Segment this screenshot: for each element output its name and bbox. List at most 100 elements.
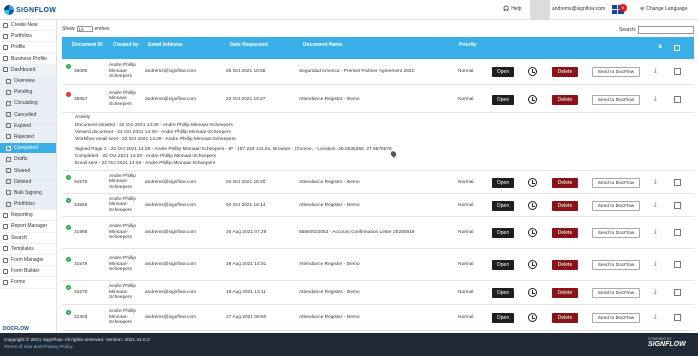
- send-to-docflow-button[interactable]: Send to DocFlow: [592, 177, 640, 188]
- col-header-created-by[interactable]: Created by: [113, 42, 139, 48]
- history-icon[interactable]: [528, 94, 537, 104]
- send-to-docflow-button[interactable]: Send to DocFlow: [592, 313, 640, 323]
- delete-button[interactable]: Delete: [552, 200, 578, 211]
- sidebar-item-overview[interactable]: Overview: [0, 75, 56, 88]
- send-to-docflow-button[interactable]: Send to DocFlow: [592, 288, 640, 298]
- history-icon[interactable]: [528, 260, 537, 269]
- col-header-date[interactable]: Date Requested: [230, 42, 268, 48]
- delete-button[interactable]: Delete: [552, 67, 578, 77]
- signflow-logo[interactable]: SIGNFLOW: [4, 4, 56, 16]
- download-icon[interactable]: ⤓: [654, 96, 657, 103]
- open-button[interactable]: Open: [492, 260, 514, 270]
- send-to-docflow-button[interactable]: Send to DocFlow: [592, 94, 640, 105]
- location-pin-icon[interactable]: [389, 150, 398, 158]
- sidebar-item-profile[interactable]: Profile: [0, 42, 56, 54]
- download-icon[interactable]: ⤓: [654, 314, 657, 321]
- history-icon[interactable]: [528, 228, 537, 237]
- table-row[interactable]: + 34570 Andre Phillip Minnaar-Scheepers …: [62, 171, 694, 194]
- col-header-priority[interactable]: Priority: [459, 42, 477, 48]
- table-row[interactable]: + 36000 Andre Phillip Minnaar-Scheepers …: [62, 59, 694, 85]
- download-icon[interactable]: ⤓: [654, 202, 657, 209]
- select-all-checkbox[interactable]: [674, 45, 680, 51]
- download-icon[interactable]: ⤓: [654, 261, 657, 268]
- open-button[interactable]: Open: [492, 228, 514, 238]
- open-button[interactable]: Open: [492, 313, 514, 323]
- sidebar-item-deleted[interactable]: Deleted: [0, 176, 56, 188]
- sidebar-item-bulk-signing[interactable]: Bulk Signing: [0, 187, 56, 199]
- open-button[interactable]: Open: [492, 94, 514, 105]
- sidebar-item-shared[interactable]: Shared: [0, 165, 56, 177]
- sidebar-item-form-manager[interactable]: Form Manager: [0, 255, 56, 267]
- sidebar-item-business-profile[interactable]: Business Profile: [0, 54, 56, 65]
- sidebar-item-search[interactable]: Search: [0, 233, 56, 244]
- row-checkbox[interactable]: [674, 229, 681, 236]
- send-to-docflow-button[interactable]: Send to DocFlow: [592, 67, 640, 77]
- download-icon[interactable]: ⤓: [654, 68, 657, 75]
- row-checkbox[interactable]: [674, 178, 681, 186]
- download-icon[interactable]: ⤓: [654, 179, 657, 186]
- send-to-docflow-button[interactable]: Send to DocFlow: [592, 260, 640, 270]
- sidebar-item-report-manager[interactable]: Report Manager: [0, 221, 56, 233]
- table-row[interactable]: − 35857 Andre Phillip Minnaar-Scheepers …: [62, 86, 694, 113]
- table-row[interactable]: + 31579 Andre Phillip Minnaar-Scheepers …: [62, 249, 694, 281]
- download-icon[interactable]: ⤓: [654, 289, 657, 296]
- open-button[interactable]: Open: [492, 288, 514, 298]
- sidebar-item-drafts[interactable]: Drafts: [0, 154, 56, 166]
- help-link[interactable]: 🎧 Help: [503, 6, 522, 12]
- delete-button[interactable]: Delete: [552, 94, 578, 105]
- download-icon[interactable]: ⤓: [654, 229, 657, 236]
- user-email[interactable]: andrems@signflow.com: [552, 6, 605, 12]
- history-icon[interactable]: [528, 67, 537, 76]
- sort-icon[interactable]: ⇅: [658, 44, 662, 50]
- sidebar-item-forms[interactable]: Forms: [0, 277, 56, 289]
- delete-button[interactable]: Delete: [552, 288, 578, 298]
- history-icon[interactable]: [528, 313, 537, 322]
- terms-link[interactable]: Terms of Use and Privacy Policy: [4, 345, 73, 350]
- sidebar-item-form-builder[interactable]: Form Builder: [0, 266, 56, 278]
- sidebar-item-circulating[interactable]: Circulating: [0, 98, 56, 110]
- sidebar-item-dashboard[interactable]: Dashboard: [0, 64, 56, 76]
- open-button[interactable]: Open: [492, 200, 514, 211]
- sidebar-item-expired[interactable]: Expired: [0, 120, 56, 132]
- history-icon[interactable]: [528, 177, 537, 187]
- send-to-docflow-button[interactable]: Send to DocFlow: [592, 200, 640, 211]
- row-checkbox[interactable]: [674, 289, 681, 296]
- notification-badge[interactable]: 0: [619, 4, 627, 12]
- delete-button[interactable]: Delete: [552, 260, 578, 270]
- table-row[interactable]: + 31958 Andre Phillip Minnaar-Scheepers …: [62, 217, 694, 249]
- table-row[interactable]: + 31303 Andre Phillip Minnaar-Scheepers …: [62, 305, 694, 331]
- send-to-docflow-button[interactable]: Send to DocFlow: [592, 228, 640, 238]
- sidebar-item-create-new[interactable]: Create New: [0, 20, 56, 32]
- row-checkbox[interactable]: [674, 261, 681, 268]
- cell-date: 19 Aug 2021 13:11: [226, 290, 266, 295]
- page-size-select[interactable]: 10: [76, 26, 93, 32]
- sidebar-item-rejected[interactable]: Rejected: [0, 131, 56, 144]
- delete-button[interactable]: Delete: [552, 228, 578, 238]
- table-row[interactable]: + 31570 Andre Phillip Minnaar-Scheepers …: [62, 281, 694, 305]
- search-input[interactable]: [638, 26, 695, 34]
- sidebar-item-portfolios-sub[interactable]: Portfolios: [0, 199, 56, 211]
- col-header-doc-id[interactable]: Document ID: [72, 42, 103, 48]
- history-icon[interactable]: [528, 200, 537, 210]
- avatar[interactable]: [530, 0, 550, 20]
- delete-button[interactable]: Delete: [552, 177, 578, 188]
- sidebar-item-templates[interactable]: Templates: [0, 244, 56, 255]
- docflow-logo[interactable]: DOCFLOW: [3, 326, 29, 332]
- open-button[interactable]: Open: [492, 177, 514, 188]
- sidebar-item-completed[interactable]: Completed: [0, 143, 56, 155]
- row-checkbox[interactable]: [674, 314, 681, 321]
- sidebar-item-cancelled[interactable]: Cancelled: [0, 109, 56, 121]
- table-row[interactable]: + 34565 Andre Phillip Minnaar-Scheepers …: [62, 194, 694, 217]
- col-header-document-name[interactable]: Document Name: [303, 42, 342, 48]
- sidebar-item-pending[interactable]: Pending: [0, 87, 56, 99]
- change-language-link[interactable]: ⊕ Change Language: [640, 6, 687, 12]
- sidebar-item-portfolios[interactable]: Portfolios: [0, 31, 56, 43]
- row-checkbox[interactable]: [674, 201, 681, 209]
- delete-button[interactable]: Delete: [552, 313, 578, 323]
- history-icon[interactable]: [528, 288, 537, 297]
- col-header-email[interactable]: Email Address: [148, 42, 183, 48]
- sidebar-item-reporting[interactable]: Reporting: [0, 210, 56, 222]
- row-checkbox[interactable]: [674, 95, 681, 103]
- row-checkbox[interactable]: [674, 68, 681, 75]
- open-button[interactable]: Open: [492, 67, 514, 77]
